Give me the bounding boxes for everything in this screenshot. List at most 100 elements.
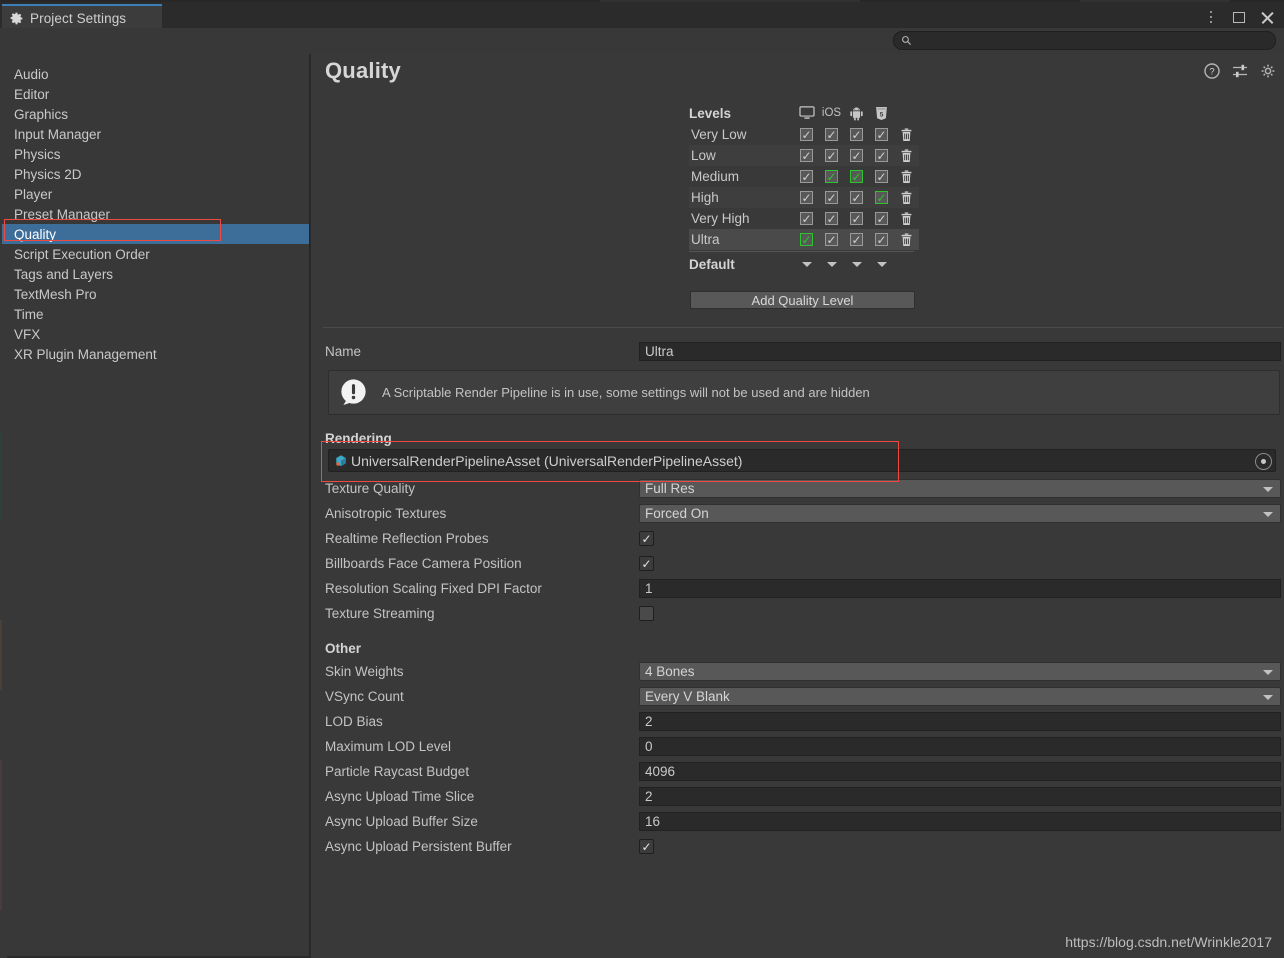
checkbox[interactable]: ✓: [825, 212, 838, 225]
checkbox[interactable]: ✓: [850, 170, 863, 183]
render-pipeline-asset-field[interactable]: UniversalRenderPipelineAsset (UniversalR…: [328, 449, 1276, 472]
platform-checkbox-webgl-html5[interactable]: ✓: [869, 170, 894, 183]
platform-checkbox-webgl-html5[interactable]: ✓: [869, 128, 894, 141]
sidebar-item-graphics[interactable]: Graphics: [2, 104, 309, 124]
search-box[interactable]: [893, 31, 1276, 50]
sidebar-item-script-execution-order[interactable]: Script Execution Order: [2, 244, 309, 264]
platform-checkbox-webgl-html5[interactable]: ✓: [869, 191, 894, 204]
checkbox[interactable]: ✓: [825, 128, 838, 141]
setting-dropdown-skin-weights[interactable]: 4 Bones: [639, 662, 1281, 681]
close-icon[interactable]: [1254, 5, 1280, 29]
sidebar-item-physics[interactable]: Physics: [2, 144, 309, 164]
platform-checkbox-android[interactable]: ✓: [844, 170, 869, 183]
sidebar-item-quality[interactable]: Quality: [2, 224, 309, 244]
quality-level-row[interactable]: Very Low ✓ ✓ ✓ ✓: [689, 124, 919, 145]
platform-checkbox-standalone[interactable]: ✓: [794, 233, 819, 246]
setting-checkbox-billboards-face-camera-position[interactable]: ✓: [639, 556, 654, 571]
checkbox[interactable]: ✓: [875, 170, 888, 183]
setting-checkbox-async-upload-persistent-buffer[interactable]: ✓: [639, 839, 654, 854]
delete-level-button[interactable]: [894, 232, 919, 247]
checkbox[interactable]: ✓: [825, 191, 838, 204]
sidebar-item-preset-manager[interactable]: Preset Manager: [2, 204, 309, 224]
setting-input-particle-raycast-budget[interactable]: 4096: [639, 762, 1281, 781]
checkbox[interactable]: ✓: [875, 128, 888, 141]
quality-level-row[interactable]: Ultra ✓ ✓ ✓ ✓: [689, 229, 919, 250]
setting-input-lod-bias[interactable]: 2: [639, 712, 1281, 731]
checkbox[interactable]: ✓: [800, 128, 813, 141]
platform-checkbox-android[interactable]: ✓: [844, 149, 869, 162]
name-input[interactable]: Ultra: [639, 342, 1281, 361]
sidebar-item-player[interactable]: Player: [2, 184, 309, 204]
setting-input-resolution-scaling-fixed-dpi-factor[interactable]: 1: [639, 579, 1281, 598]
sidebar-item-xr-plugin-management[interactable]: XR Plugin Management: [2, 344, 309, 364]
help-icon[interactable]: ?: [1204, 63, 1220, 79]
checkbox[interactable]: ✓: [800, 212, 813, 225]
checkbox[interactable]: ✓: [800, 149, 813, 162]
platform-checkbox-standalone[interactable]: ✓: [794, 212, 819, 225]
checkbox[interactable]: ✓: [800, 233, 813, 246]
setting-dropdown-vsync-count[interactable]: Every V Blank: [639, 687, 1281, 706]
setting-checkbox-texture-streaming[interactable]: [639, 606, 654, 621]
platform-checkbox-ios[interactable]: ✓: [819, 191, 844, 204]
checkbox[interactable]: ✓: [825, 149, 838, 162]
sidebar-item-input-manager[interactable]: Input Manager: [2, 124, 309, 144]
default-dropdown-android[interactable]: [844, 261, 869, 267]
setting-checkbox-realtime-reflection-probes[interactable]: ✓: [639, 531, 654, 546]
checkbox[interactable]: ✓: [800, 170, 813, 183]
quality-level-row[interactable]: Low ✓ ✓ ✓ ✓: [689, 145, 919, 166]
tab-project-settings[interactable]: Project Settings: [2, 4, 162, 30]
maximize-icon[interactable]: [1226, 5, 1252, 29]
delete-level-button[interactable]: [894, 148, 919, 163]
checkbox[interactable]: ✓: [850, 128, 863, 141]
platform-checkbox-standalone[interactable]: ✓: [794, 170, 819, 183]
platform-checkbox-ios[interactable]: ✓: [819, 170, 844, 183]
default-dropdown-webgl[interactable]: [869, 261, 894, 267]
sidebar-item-audio[interactable]: Audio: [2, 64, 309, 84]
platform-checkbox-android[interactable]: ✓: [844, 128, 869, 141]
setting-dropdown-anisotropic-textures[interactable]: Forced On: [639, 504, 1281, 523]
quality-level-row[interactable]: Medium ✓ ✓ ✓ ✓: [689, 166, 919, 187]
quality-level-row[interactable]: Very High ✓ ✓ ✓ ✓: [689, 208, 919, 229]
setting-dropdown-texture-quality[interactable]: Full Res: [639, 479, 1281, 498]
sidebar-item-editor[interactable]: Editor: [2, 84, 309, 104]
delete-level-button[interactable]: [894, 211, 919, 226]
kebab-menu-icon[interactable]: [1198, 5, 1224, 29]
setting-input-async-upload-time-slice[interactable]: 2: [639, 787, 1281, 806]
platform-checkbox-ios[interactable]: ✓: [819, 128, 844, 141]
checkbox[interactable]: ✓: [875, 233, 888, 246]
default-dropdown-standalone[interactable]: [794, 261, 819, 267]
platform-checkbox-webgl-html5[interactable]: ✓: [869, 233, 894, 246]
setting-input-async-upload-buffer-size[interactable]: 16: [639, 812, 1281, 831]
sidebar-item-textmesh-pro[interactable]: TextMesh Pro: [2, 284, 309, 304]
sidebar-item-physics-2d[interactable]: Physics 2D: [2, 164, 309, 184]
checkbox[interactable]: ✓: [875, 191, 888, 204]
settings-sidebar[interactable]: Audio Editor Graphics Input Manager Physics P…: [2, 54, 310, 956]
platform-checkbox-ios[interactable]: ✓: [819, 212, 844, 225]
object-picker-icon[interactable]: [1255, 452, 1272, 470]
checkbox[interactable]: ✓: [850, 191, 863, 204]
platform-checkbox-webgl-html5[interactable]: ✓: [869, 149, 894, 162]
checkbox[interactable]: ✓: [800, 191, 813, 204]
setting-input-maximum-lod-level[interactable]: 0: [639, 737, 1281, 756]
delete-level-button[interactable]: [894, 190, 919, 205]
preset-icon[interactable]: [1232, 63, 1248, 79]
platform-checkbox-android[interactable]: ✓: [844, 212, 869, 225]
platform-checkbox-android[interactable]: ✓: [844, 191, 869, 204]
checkbox[interactable]: ✓: [825, 233, 838, 246]
platform-checkbox-standalone[interactable]: ✓: [794, 128, 819, 141]
delete-level-button[interactable]: [894, 127, 919, 142]
checkbox[interactable]: ✓: [875, 149, 888, 162]
checkbox[interactable]: ✓: [825, 170, 838, 183]
checkbox[interactable]: ✓: [850, 212, 863, 225]
delete-level-button[interactable]: [894, 169, 919, 184]
platform-checkbox-android[interactable]: ✓: [844, 233, 869, 246]
platform-checkbox-standalone[interactable]: ✓: [794, 191, 819, 204]
sidebar-item-time[interactable]: Time: [2, 304, 309, 324]
sidebar-item-vfx[interactable]: VFX: [2, 324, 309, 344]
platform-checkbox-ios[interactable]: ✓: [819, 233, 844, 246]
default-dropdown-ios[interactable]: [819, 261, 844, 267]
platform-checkbox-ios[interactable]: ✓: [819, 149, 844, 162]
quality-level-row[interactable]: High ✓ ✓ ✓ ✓: [689, 187, 919, 208]
sidebar-item-tags-and-layers[interactable]: Tags and Layers: [2, 264, 309, 284]
add-quality-level-button[interactable]: Add Quality Level: [690, 291, 915, 309]
